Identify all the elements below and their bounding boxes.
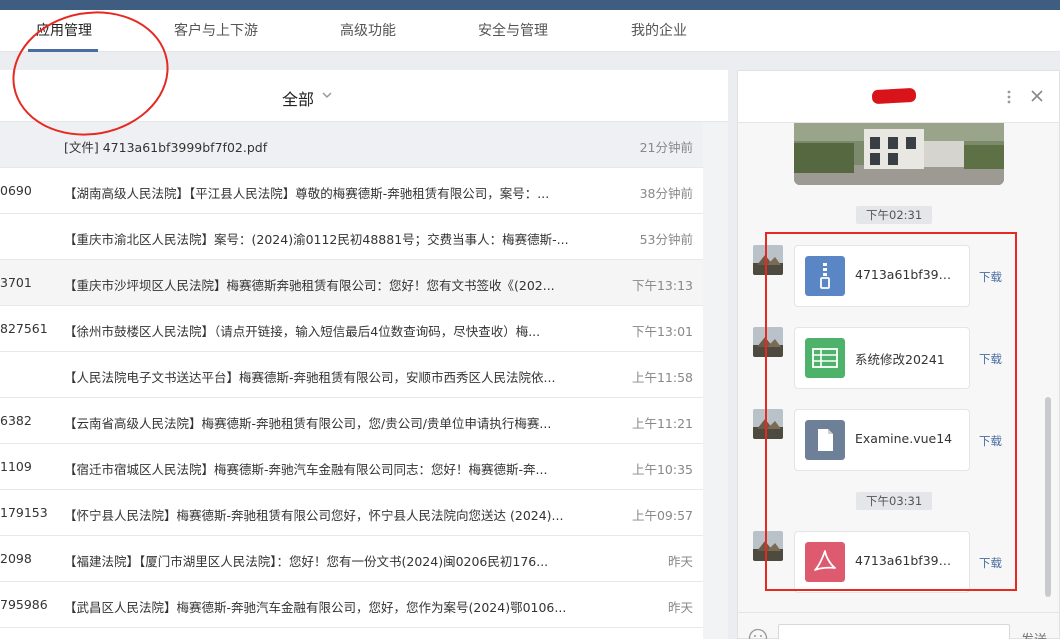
list-item[interactable]: 179153 【怀宁县人民法院】梅赛德斯-奔驰租赁有限公司您好，怀宁县人民法院向您… xyxy=(0,490,703,536)
emoji-icon[interactable] xyxy=(748,628,768,639)
list-item-time: 下午13:13 xyxy=(631,278,693,293)
list-item-text: 【重庆市沙坪坝区人民法院】梅赛德斯奔驰租赁有限公司：您好！您有文书签收《(202… xyxy=(64,278,555,293)
list-item-text: 【人民法院电子文书送达平台】梅赛德斯-奔驰租赁有限公司，安顺市西秀区人民法院依.… xyxy=(64,370,556,385)
more-vertical-icon[interactable] xyxy=(1003,89,1015,105)
list-item-text: [文件] 4713a61bf3999bf7f02.pdf xyxy=(64,140,268,155)
list-item-id: 1109 xyxy=(0,459,32,474)
list-item[interactable]: 【重庆市渝北区人民法院】案号：(2024)渝0112民初48881号；交费当事人… xyxy=(0,214,703,260)
building-photo[interactable] xyxy=(794,123,1004,185)
tab-security-management[interactable]: 安全与管理 xyxy=(478,10,548,52)
list-item-text: 【福建法院】【厦门市湖里区人民法院】：您好！您有一份文书(2024)闽0206民… xyxy=(64,554,549,569)
list-item-time: 上午10:35 xyxy=(631,462,693,477)
list-item[interactable]: 【人民法院电子文书送达平台】梅赛德斯-奔驰租赁有限公司，安顺市西秀区人民法院依.… xyxy=(0,352,703,398)
list-item[interactable]: 827561 【徐州市鼓楼区人民法院】（请点开链接，输入短信最后4位数查询码，尽快… xyxy=(0,306,703,352)
list-item[interactable]: 3701 【重庆市沙坪坝区人民法院】梅赛德斯奔驰租赁有限公司：您好！您有文书签收《… xyxy=(0,260,703,306)
list-item-text: 【宿迁市宿城区人民法院】梅赛德斯-奔驰汽车金融有限公司同志：您好！梅赛德斯-奔.… xyxy=(64,462,548,477)
tab-advanced-features[interactable]: 高级功能 xyxy=(340,10,396,52)
list-item-time: 上午09:57 xyxy=(631,508,693,523)
list-item-time: 53分钟前 xyxy=(639,232,693,247)
list-item-time: 38分钟前 xyxy=(639,186,693,201)
list-item-id: 6382 xyxy=(0,413,32,428)
message-input[interactable] xyxy=(778,624,1010,639)
list-item[interactable]: 2098 【福建法院】【厦门市湖里区人民法院】：您好！您有一份文书(2024)闽0… xyxy=(0,536,703,582)
list-item[interactable]: 795986 【武昌区人民法院】梅赛德斯-奔驰汽车金融有限公司，您好，您作为案号(… xyxy=(0,582,703,628)
list-item-text: 【武昌区人民法院】梅赛德斯-奔驰汽车金融有限公司，您好，您作为案号(2024)鄂… xyxy=(64,600,567,615)
list-item-time: 昨天 xyxy=(667,554,693,569)
chat-input-bar: 发送 xyxy=(738,612,1059,639)
list-item-text: 【重庆市渝北区人民法院】案号：(2024)渝0112民初48881号；交费当事人… xyxy=(64,232,569,247)
tab-customers-upstream-downstream[interactable]: 客户与上下游 xyxy=(174,10,258,52)
list-item-text: 【云南省高级人民法院】梅赛德斯-奔驰租赁有限公司，您/贵公司/贵单位申请执行梅赛… xyxy=(64,416,552,431)
list-item-time: 下午13:01 xyxy=(631,324,693,339)
send-button[interactable]: 发送 xyxy=(1021,629,1047,639)
list-item-id: 2098 xyxy=(0,551,32,566)
chat-header xyxy=(738,71,1059,123)
list-item-id: 827561 xyxy=(0,321,48,336)
list-item-time: 上午11:58 xyxy=(631,370,693,385)
close-icon[interactable] xyxy=(1031,90,1043,102)
list-item-text: 【徐州市鼓楼区人民法院】（请点开链接，输入短信最后4位数查询码，尽快查收）梅..… xyxy=(64,324,541,339)
list-item-id: 0690 xyxy=(0,183,32,198)
list-item-time: 21分钟前 xyxy=(639,140,693,155)
list-item[interactable]: 1109 【宿迁市宿城区人民法院】梅赛德斯-奔驰汽车金融有限公司同志：您好！梅赛德… xyxy=(0,444,703,490)
list-item-time: 昨天 xyxy=(667,600,693,615)
list-item-id: 179153 xyxy=(0,505,48,520)
filter-label: 全部 xyxy=(282,90,315,109)
top-title-bar xyxy=(0,0,1060,10)
list-item[interactable]: 6382 【云南省高级人民法院】梅赛德斯-奔驰租赁有限公司，您/贵公司/贵单位申请… xyxy=(0,398,703,444)
list-item-id: 795986 xyxy=(0,597,48,612)
chat-scrollbar[interactable] xyxy=(1045,397,1051,597)
list-item-text: 【怀宁县人民法院】梅赛德斯-奔驰租赁有限公司您好，怀宁县人民法院向您送达 (20… xyxy=(64,508,564,523)
chevron-down-icon xyxy=(322,92,332,99)
message-list: [文件] 4713a61bf3999bf7f02.pdf 21分钟前 0690 【湖南… xyxy=(0,122,703,628)
tab-my-enterprise[interactable]: 我的企业 xyxy=(631,10,687,52)
list-scroll-gutter xyxy=(703,122,728,639)
chat-time-separator: 下午02:31 xyxy=(856,206,933,224)
list-item-time: 上午11:21 xyxy=(631,416,693,431)
list-item-id: 3701 xyxy=(0,275,32,290)
list-item[interactable]: 0690 【湖南高级人民法院】【平江县人民法院】尊敬的梅赛德斯-奔驰租赁有限公司，… xyxy=(0,168,703,214)
message-list-panel: 全部 [文件] 4713a61bf3999bf7f02.pdf 21分钟前 0690… xyxy=(0,70,728,639)
list-item-text: 【湖南高级人民法院】【平江县人民法院】尊敬的梅赛德斯-奔驰租赁有限公司，案号：.… xyxy=(64,186,550,201)
annotation-rectangle xyxy=(765,232,1017,591)
redaction-mark xyxy=(871,87,917,105)
